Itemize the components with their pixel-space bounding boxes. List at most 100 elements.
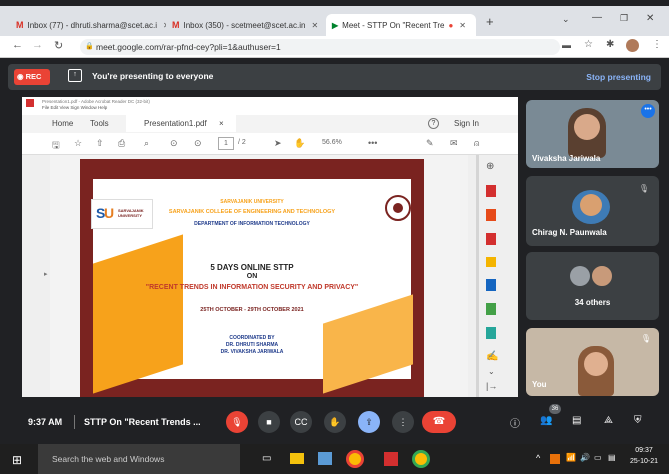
- close-icon[interactable]: ✕: [459, 21, 466, 30]
- cursor-icon[interactable]: ➤: [274, 138, 282, 149]
- acrobat-taskbar-icon[interactable]: [384, 452, 398, 466]
- print-icon[interactable]: ⎙: [118, 138, 125, 149]
- expand-left-icon[interactable]: ▸: [44, 270, 48, 278]
- maximize-icon[interactable]: ❐: [620, 13, 628, 24]
- scrollbar[interactable]: [476, 155, 479, 397]
- more-icon[interactable]: •••: [368, 138, 377, 148]
- pdf-menu-items[interactable]: File Edit View Sign Window Help: [42, 105, 518, 111]
- captions-button[interactable]: CC: [290, 411, 312, 433]
- tab-document[interactable]: Presentation1.pdf ×: [126, 115, 236, 132]
- sign-pen-icon[interactable]: ✎: [426, 138, 434, 149]
- zoom-in-icon[interactable]: ⊕: [486, 161, 494, 172]
- meeting-time: 9:37 AM: [28, 417, 63, 427]
- profile-avatar[interactable]: [626, 39, 639, 52]
- slide-university: SARVAJANIK UNIVERSITY: [220, 199, 284, 205]
- taskbar-search-field[interactable]: Search the web and Windows: [38, 444, 240, 474]
- task-view-icon[interactable]: ▭: [262, 453, 271, 464]
- tab-tools[interactable]: Tools: [90, 119, 109, 128]
- battery-icon[interactable]: ▭: [594, 453, 602, 462]
- tab-meet[interactable]: ▶ Meet - STTP On "Recent Tre ● ✕: [326, 14, 476, 36]
- pdf-tab-row: Home Tools Presentation1.pdf × ? Sign In: [22, 115, 518, 132]
- create-pdf-icon[interactable]: [486, 185, 496, 197]
- raise-hand-button[interactable]: ✋: [324, 411, 346, 433]
- pdf-menu-bar: Presentation1.pdf - Adobe Acrobat Reader…: [22, 97, 518, 115]
- star-icon[interactable]: ☆: [584, 39, 593, 50]
- chrome-icon-2[interactable]: [412, 450, 430, 468]
- notification-icon[interactable]: ▤: [608, 453, 616, 462]
- close-icon[interactable]: ✕: [311, 21, 318, 30]
- stop-presenting-button[interactable]: Stop presenting: [586, 72, 651, 82]
- page-down-icon[interactable]: ⊙: [194, 138, 202, 149]
- reload-icon[interactable]: ↻: [54, 39, 63, 52]
- lock-icon: 🔒: [85, 43, 94, 50]
- menu-dots-icon[interactable]: ⋮: [652, 39, 662, 50]
- pdf-right-tools: ⊕ ✍ ⌄ |→: [468, 155, 518, 397]
- windows-start-icon[interactable]: ⊞: [12, 453, 22, 467]
- close-icon[interactable]: ✕: [163, 21, 166, 30]
- hand-icon[interactable]: ✋: [294, 138, 305, 149]
- compress-icon[interactable]: [486, 327, 496, 339]
- back-icon[interactable]: ←: [12, 39, 23, 51]
- present-button[interactable]: ⇪: [358, 411, 380, 433]
- browser-tab-bar: M Inbox (77) - dhruti.sharma@scet.ac.i ✕…: [0, 6, 669, 36]
- file-explorer-icon[interactable]: [290, 453, 304, 464]
- collapse-panel-icon[interactable]: |→: [486, 381, 497, 391]
- participant-tile-chirag[interactable]: 🎙 Chirag N. Paunwala: [526, 176, 659, 246]
- extensions-icon[interactable]: ✱: [606, 39, 614, 50]
- fill-sign-icon[interactable]: ✍: [486, 351, 498, 362]
- help-icon[interactable]: ?: [428, 118, 439, 129]
- meeting-info-icon[interactable]: ⓘ: [510, 415, 520, 430]
- sign-in-button[interactable]: Sign In: [454, 119, 479, 128]
- chrome-icon[interactable]: [346, 450, 364, 468]
- avatar: [590, 264, 614, 288]
- volume-icon[interactable]: 🔊: [580, 453, 590, 462]
- page-up-icon[interactable]: ⊙: [170, 138, 178, 149]
- others-tile[interactable]: 34 others: [526, 252, 659, 320]
- zoom-search-icon[interactable]: ⌕: [144, 138, 149, 149]
- zoom-level[interactable]: 56.6%: [322, 139, 342, 146]
- more-options-icon[interactable]: •••: [641, 104, 655, 118]
- page-number-input[interactable]: 1: [218, 137, 234, 150]
- combine-icon[interactable]: [486, 279, 496, 291]
- upload-icon[interactable]: ⇧: [96, 138, 104, 149]
- people-count-badge: 36: [549, 404, 561, 414]
- gmail-icon: M: [172, 20, 180, 30]
- chevron-down-icon[interactable]: ⌄: [562, 14, 570, 25]
- forward-icon[interactable]: →: [32, 39, 43, 51]
- chevron-down-icon[interactable]: ⌄: [488, 367, 495, 376]
- tab-inbox-1[interactable]: M Inbox (77) - dhruti.sharma@scet.ac.i ✕: [16, 14, 166, 36]
- tab-home[interactable]: Home: [52, 119, 73, 128]
- save-icon[interactable]: 🖫: [52, 138, 60, 154]
- mic-toggle-button[interactable]: 🎙: [226, 411, 248, 433]
- cast-icon[interactable]: ▬: [562, 40, 571, 50]
- network-icon[interactable]: 📶: [566, 453, 576, 462]
- gmail-icon: M: [16, 20, 24, 30]
- account-icon[interactable]: ⍝: [474, 138, 479, 149]
- activities-icon[interactable]: ⟁: [604, 415, 613, 426]
- self-tile[interactable]: 🎙 You: [526, 328, 659, 396]
- tab-inbox-2[interactable]: M Inbox (350) - scetmeet@scet.ac.in ✕: [172, 14, 322, 36]
- url-field[interactable]: 🔒 meet.google.com/rar-pfnd-cey?pli=1&aut…: [80, 39, 560, 55]
- people-icon[interactable]: 👥: [540, 415, 552, 426]
- new-tab-icon[interactable]: +: [486, 14, 494, 29]
- host-controls-icon[interactable]: ⛨: [634, 415, 642, 426]
- leave-call-button[interactable]: ☎: [422, 411, 456, 433]
- organize-icon[interactable]: [486, 303, 496, 315]
- export-pdf-icon[interactable]: [486, 233, 496, 245]
- window-close-icon[interactable]: ✕: [646, 13, 654, 24]
- comment-icon[interactable]: [486, 257, 496, 267]
- slide-coordinated: COORDINATED BY: [229, 335, 275, 341]
- edit-pdf-icon[interactable]: [486, 209, 496, 221]
- app-icon[interactable]: [318, 452, 332, 465]
- tray-app-icon[interactable]: [550, 454, 560, 464]
- mic-off-icon: 🎙: [638, 184, 649, 193]
- close-icon[interactable]: ×: [219, 119, 224, 128]
- bookmark-star-icon[interactable]: ☆: [74, 138, 82, 149]
- camera-toggle-button[interactable]: ■: [258, 411, 280, 433]
- more-options-button[interactable]: ⋮: [392, 411, 414, 433]
- tray-chevron-icon[interactable]: ^: [536, 453, 540, 463]
- participant-tile-vivaksha[interactable]: ••• Vivaksha Jariwala: [526, 100, 659, 168]
- mail-icon[interactable]: ✉: [450, 138, 458, 149]
- minimize-icon[interactable]: —: [592, 12, 602, 23]
- chat-icon[interactable]: ▤: [572, 415, 581, 426]
